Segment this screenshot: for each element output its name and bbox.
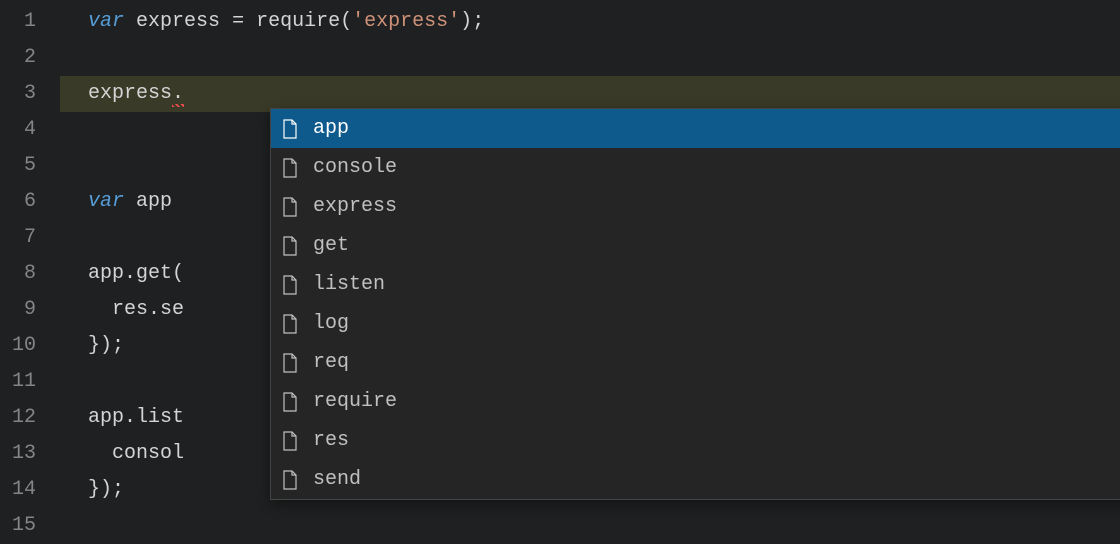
file-icon bbox=[281, 391, 299, 413]
identifier: express bbox=[88, 82, 172, 105]
autocomplete-label: req bbox=[313, 345, 349, 381]
identifier: app bbox=[136, 190, 172, 213]
file-icon bbox=[281, 469, 299, 491]
line-number: 11 bbox=[0, 364, 36, 400]
autocomplete-item[interactable]: req bbox=[271, 343, 1120, 382]
line-number: 14 bbox=[0, 472, 36, 508]
line-number: 13 bbox=[0, 436, 36, 472]
autocomplete-label: res bbox=[313, 423, 349, 459]
space bbox=[220, 10, 232, 33]
paren-close: ) bbox=[460, 10, 472, 33]
line-number: 12 bbox=[0, 400, 36, 436]
line-number: 7 bbox=[0, 220, 36, 256]
file-icon bbox=[281, 118, 299, 140]
file-icon bbox=[281, 274, 299, 296]
string-literal: express bbox=[364, 10, 448, 33]
file-icon bbox=[281, 235, 299, 257]
autocomplete-item[interactable]: res bbox=[271, 421, 1120, 460]
file-icon bbox=[281, 313, 299, 335]
file-icon bbox=[281, 196, 299, 218]
line-number: 1 bbox=[0, 4, 36, 40]
autocomplete-label: get bbox=[313, 228, 349, 264]
autocomplete-item[interactable]: listen bbox=[271, 265, 1120, 304]
autocomplete-popup[interactable]: appconsoleexpressgetlistenlogreqrequirer… bbox=[270, 108, 1120, 500]
semicolon: ; bbox=[472, 10, 484, 33]
autocomplete-item[interactable]: send bbox=[271, 460, 1120, 499]
autocomplete-label: log bbox=[313, 306, 349, 342]
space bbox=[124, 10, 136, 33]
file-icon bbox=[281, 352, 299, 374]
code-text: app.list bbox=[88, 406, 184, 429]
space bbox=[244, 10, 256, 33]
file-icon bbox=[281, 430, 299, 452]
autocomplete-label: app bbox=[313, 111, 349, 147]
keyword-var: var bbox=[88, 190, 124, 213]
code-line[interactable] bbox=[88, 40, 1120, 76]
line-number: 5 bbox=[0, 148, 36, 184]
string-quote: ' bbox=[448, 10, 460, 33]
autocomplete-item[interactable]: app bbox=[271, 109, 1120, 148]
code-line[interactable] bbox=[88, 508, 1120, 544]
autocomplete-label: require bbox=[313, 384, 397, 420]
autocomplete-label: console bbox=[313, 150, 397, 186]
file-icon bbox=[281, 157, 299, 179]
operator-assign: = bbox=[232, 10, 244, 33]
code-area[interactable]: var express = require('express'); expres… bbox=[60, 0, 1120, 537]
autocomplete-label: send bbox=[313, 462, 361, 498]
code-text: app.get( bbox=[88, 262, 184, 285]
code-text: }); bbox=[88, 334, 124, 357]
line-number: 4 bbox=[0, 112, 36, 148]
string-quote: ' bbox=[352, 10, 364, 33]
code-line[interactable]: var express = require('express'); bbox=[88, 4, 1120, 40]
line-number: 10 bbox=[0, 328, 36, 364]
space bbox=[172, 190, 184, 213]
identifier: express bbox=[136, 10, 220, 33]
autocomplete-item[interactable]: express bbox=[271, 187, 1120, 226]
code-text: consol bbox=[88, 442, 184, 465]
autocomplete-label: express bbox=[313, 189, 397, 225]
line-number: 9 bbox=[0, 292, 36, 328]
keyword-var: var bbox=[88, 10, 124, 33]
paren-open: ( bbox=[340, 10, 352, 33]
autocomplete-item[interactable]: require bbox=[271, 382, 1120, 421]
code-editor[interactable]: 123456789101112131415 var express = requ… bbox=[0, 0, 1120, 537]
code-text: res.se bbox=[88, 298, 184, 321]
line-number: 15 bbox=[0, 508, 36, 544]
line-number: 8 bbox=[0, 256, 36, 292]
space bbox=[124, 190, 136, 213]
line-number-gutter: 123456789101112131415 bbox=[0, 0, 60, 537]
line-number: 2 bbox=[0, 40, 36, 76]
autocomplete-item[interactable]: console bbox=[271, 148, 1120, 187]
autocomplete-item[interactable]: get bbox=[271, 226, 1120, 265]
dot-operator: . bbox=[172, 82, 184, 105]
autocomplete-label: listen bbox=[313, 267, 385, 303]
function-call: require bbox=[256, 10, 340, 33]
code-line-active[interactable]: express. bbox=[60, 76, 1120, 112]
code-text: }); bbox=[88, 478, 124, 501]
line-number: 6 bbox=[0, 184, 36, 220]
line-number: 3 bbox=[0, 76, 36, 112]
autocomplete-item[interactable]: log bbox=[271, 304, 1120, 343]
